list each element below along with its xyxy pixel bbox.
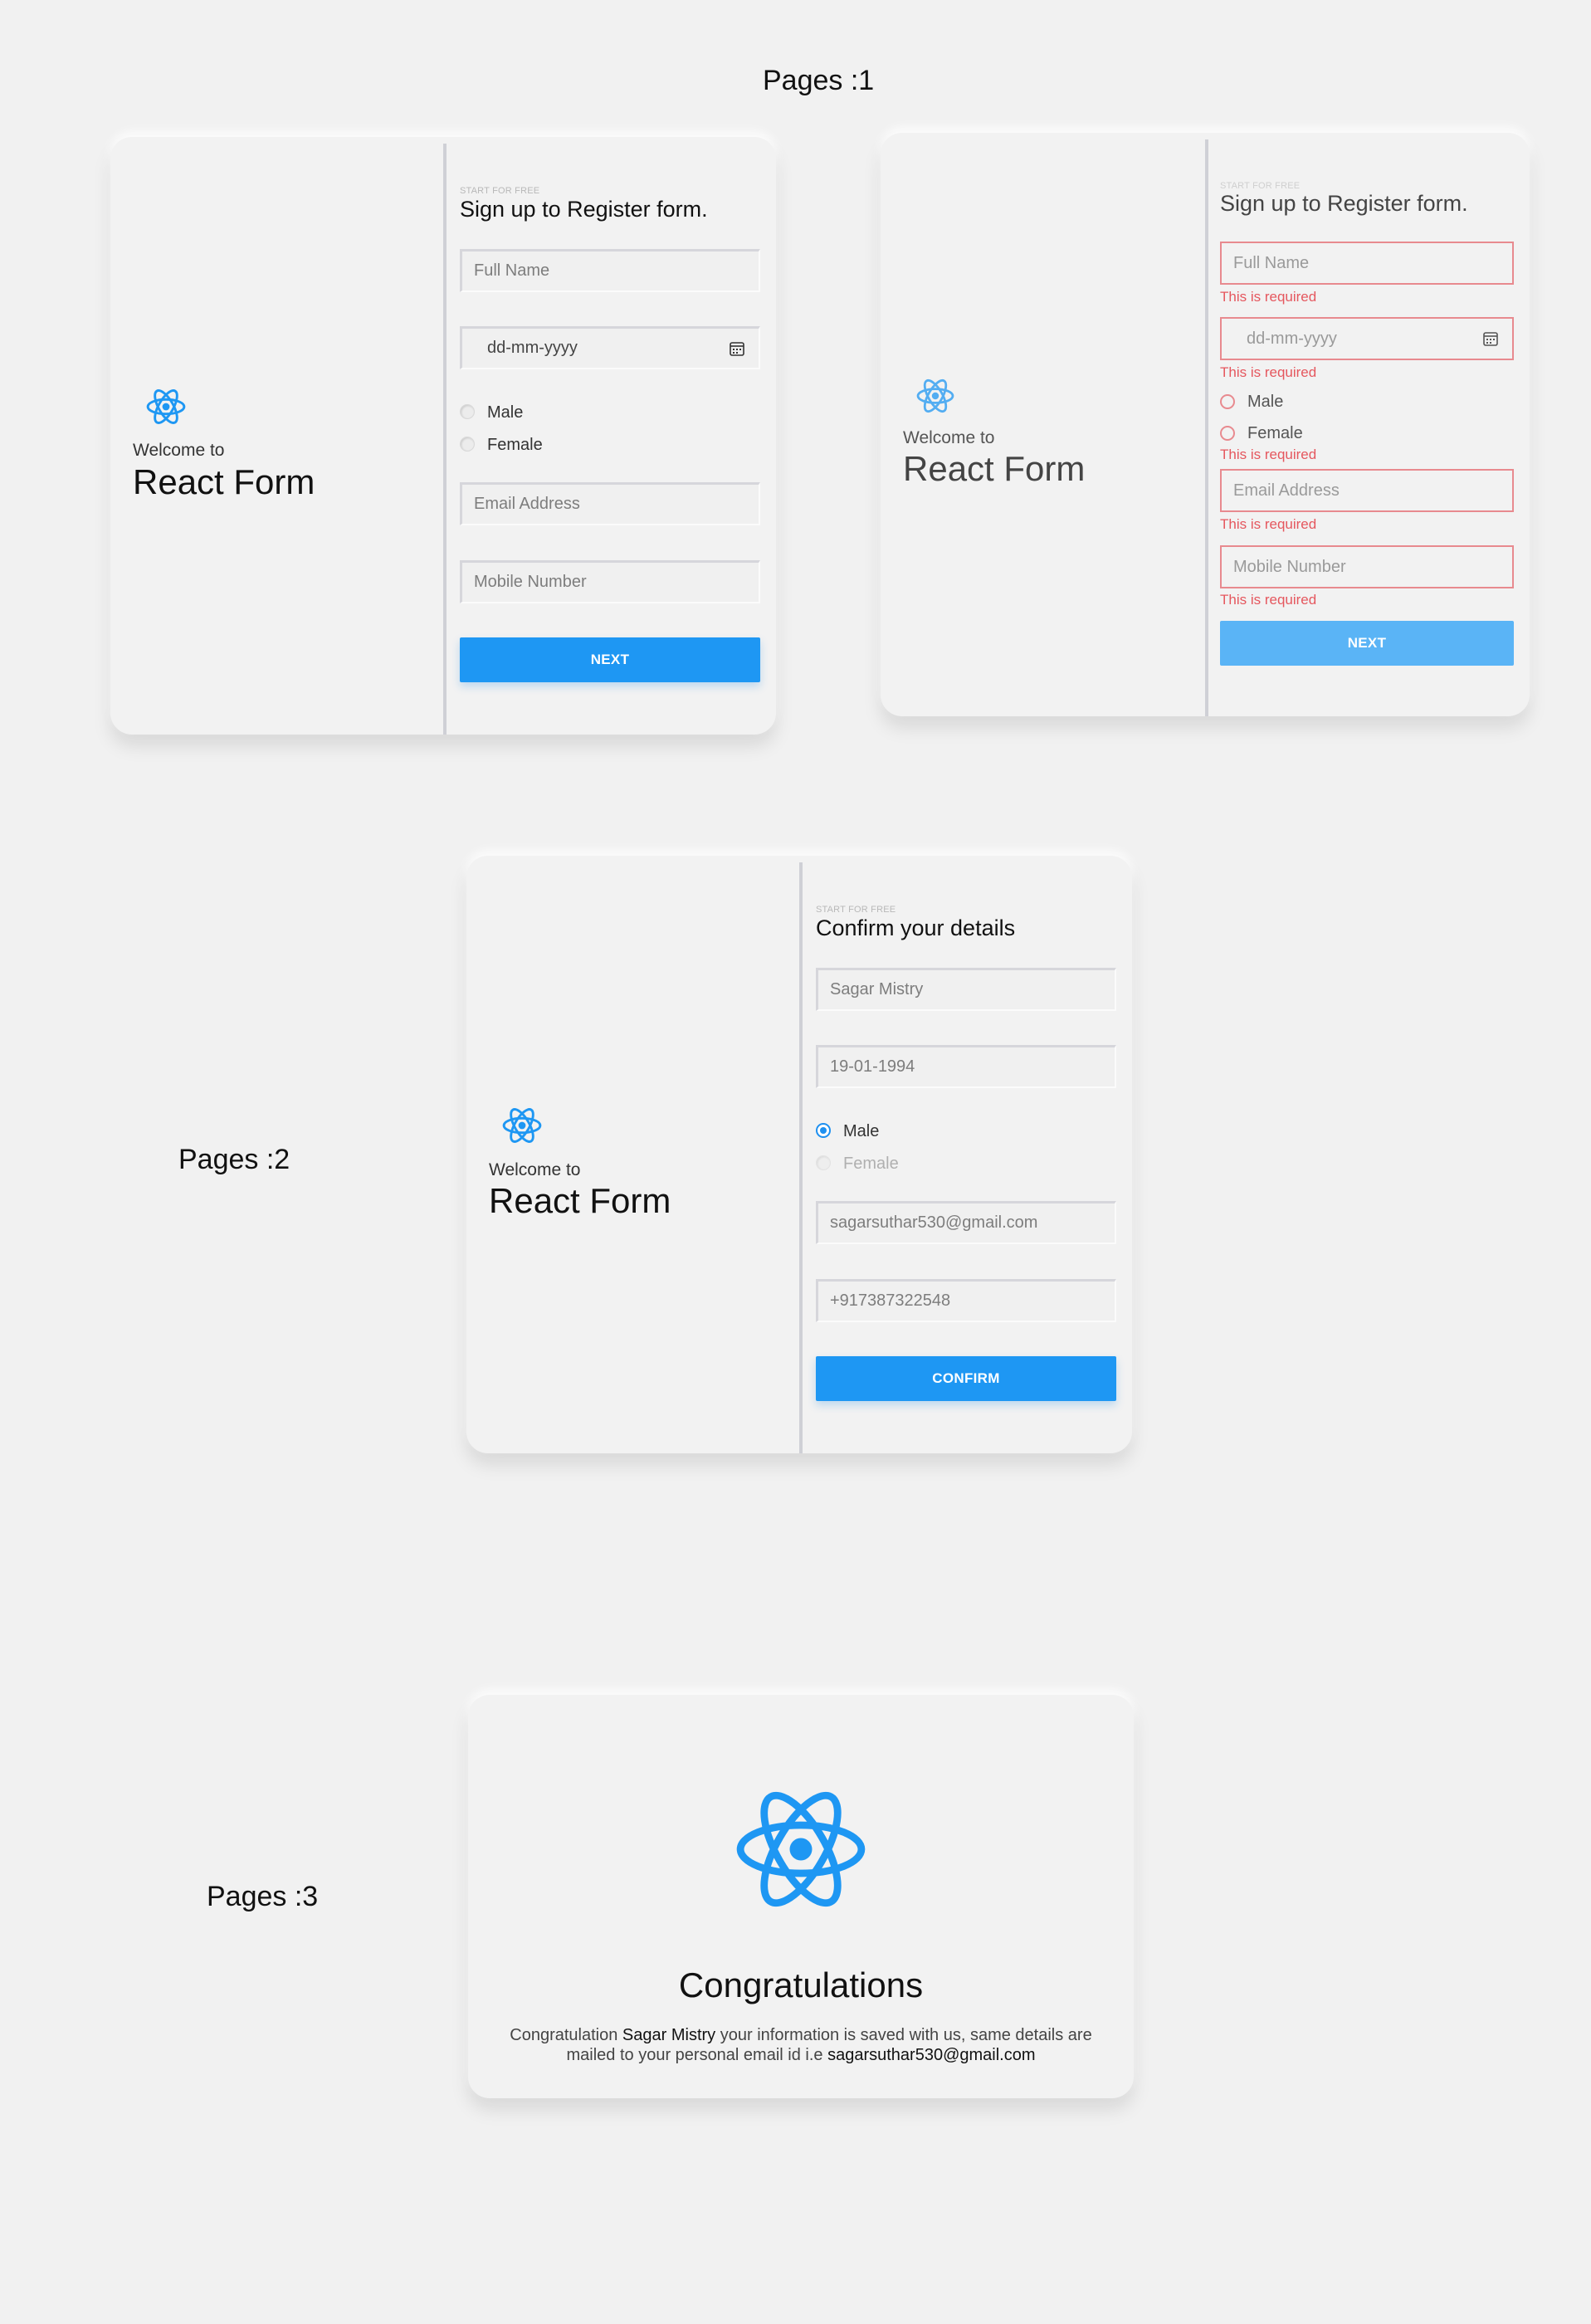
congrats-prefix: Congratulation [510,2026,622,2044]
dob-input[interactable]: dd-mm-yyyy [460,326,760,369]
react-atom-icon [916,378,954,413]
confirm-button[interactable]: CONFIRM [816,1356,1116,1401]
fullname-field[interactable]: Sagar Mistry [816,968,1116,1011]
confirm-card: Welcome to React Form START FOR FREE Con… [466,856,1132,1453]
gender-male-radio[interactable] [816,1123,831,1138]
fullname-error: This is required [1220,289,1317,305]
mobile-field[interactable]: +917387322548 [816,1279,1116,1322]
email-error: This is required [1220,516,1317,532]
email-input[interactable]: Email Address [1220,469,1514,512]
page-label-2: Pages :2 [178,1144,290,1175]
gender-male-label: Male [487,403,524,422]
dob-error: This is required [1220,364,1317,380]
email-field[interactable]: sagarsuthar530@gmail.com [816,1201,1116,1244]
form-panel: START FOR FREE Sign up to Register form.… [1208,133,1530,716]
gender-female-radio[interactable] [1220,426,1235,441]
page-label-1: Pages :1 [763,65,875,96]
fullname-input[interactable]: Full Name [1220,242,1514,285]
gender-female-label: Female [843,1155,899,1173]
brand-title: React Form [133,462,315,501]
gender-male-label: Male [1247,393,1284,411]
gender-female-label: Female [1247,424,1303,442]
gender-female-label: Female [487,436,543,454]
congrats-name: Sagar Mistry [622,2026,716,2044]
gender-male-radio[interactable] [1220,394,1235,409]
calendar-icon[interactable] [1482,330,1499,347]
dob-placeholder: dd-mm-yyyy [487,339,578,357]
react-atom-icon [146,389,186,424]
welcome-panel: Welcome to React Form [466,856,798,1453]
brand-title: React Form [903,449,1086,488]
form-title: Confirm your details [816,915,1016,940]
welcome-text: Welcome to [903,428,995,447]
gender-error: This is required [1220,447,1317,462]
mobile-input[interactable]: Mobile Number [1220,545,1514,588]
gender-male-radio[interactable] [460,404,475,419]
gender-female-radio[interactable] [816,1155,831,1170]
mobile-input[interactable]: Mobile Number [460,560,760,603]
register-card: Welcome to React Form START FOR FREE Sig… [110,137,776,735]
congrats-message: Congratulation Sagar Mistry your informa… [501,2025,1101,2065]
dob-input[interactable]: dd-mm-yyyy [1220,317,1514,360]
react-atom-icon [502,1108,542,1143]
welcome-text: Welcome to [489,1160,581,1179]
welcome-panel: Welcome to React Form [881,133,1204,716]
congrats-title: Congratulations [678,1965,924,2004]
register-card-errors: Welcome to React Form START FOR FREE Sig… [881,133,1530,716]
form-panel: START FOR FREE Sign up to Register form.… [447,137,776,735]
fullname-input[interactable]: Full Name [460,249,760,292]
page-label-3: Pages :3 [207,1881,319,1912]
eyebrow-text: START FOR FREE [460,186,540,196]
mobile-error: This is required [1220,592,1317,608]
next-button[interactable]: NEXT [1220,621,1514,666]
next-button[interactable]: NEXT [460,637,760,682]
eyebrow-text: START FOR FREE [1220,181,1301,191]
form-panel: START FOR FREE Confirm your details Saga… [803,856,1132,1453]
form-title: Sign up to Register form. [1220,191,1468,216]
gender-female-radio[interactable] [460,437,475,452]
congrats-email: sagarsuthar530@gmail.com [827,2046,1036,2064]
react-atom-icon [736,1791,866,1907]
brand-title: React Form [489,1181,671,1220]
form-title: Sign up to Register form. [460,197,708,222]
email-input[interactable]: Email Address [460,482,760,525]
eyebrow-text: START FOR FREE [816,905,896,915]
welcome-panel: Welcome to React Form [110,137,442,735]
welcome-text: Welcome to [133,441,225,460]
success-card: Congratulations Congratulation Sagar Mis… [468,1695,1134,2098]
calendar-icon[interactable] [729,340,745,357]
dob-field[interactable]: 19-01-1994 [816,1045,1116,1088]
gender-male-label: Male [843,1122,880,1140]
dob-placeholder: dd-mm-yyyy [1247,330,1337,348]
